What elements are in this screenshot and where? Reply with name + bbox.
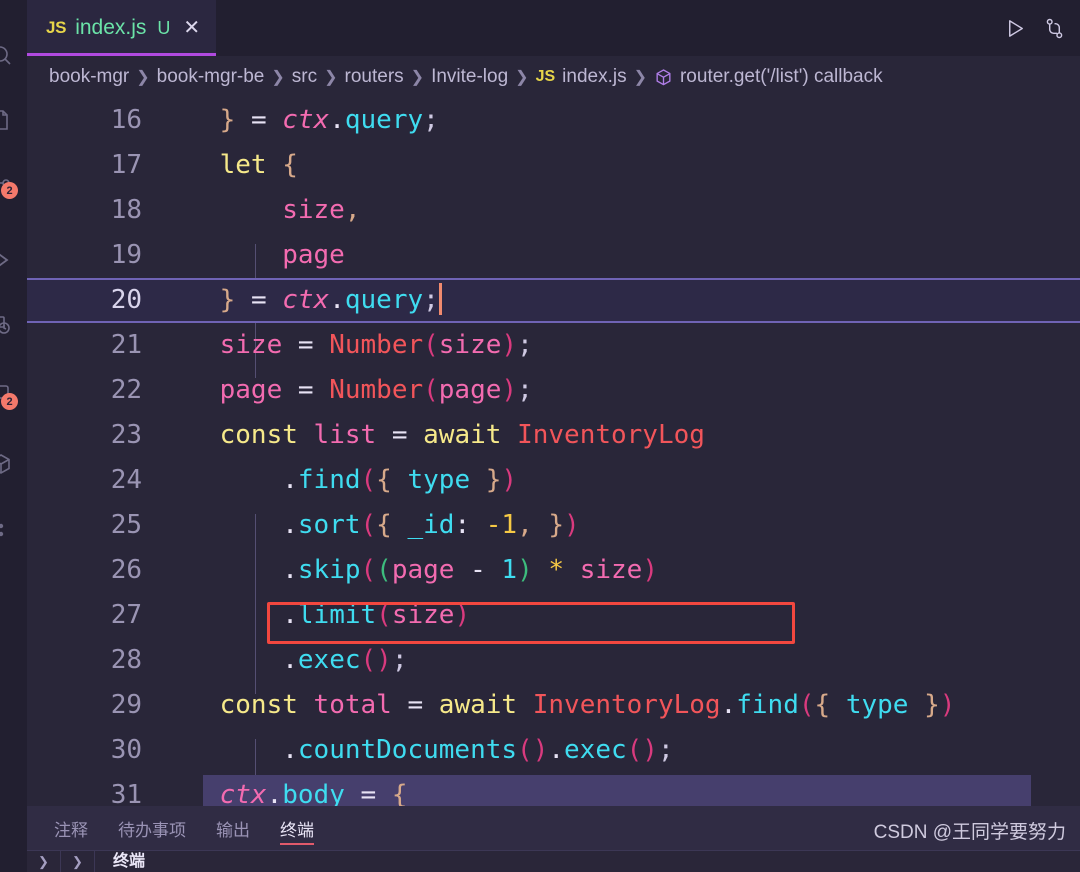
close-icon[interactable]: ✕ xyxy=(183,18,200,38)
symbol-cube-icon xyxy=(654,68,673,87)
code-line[interactable]: 29 const total = await InventoryLog.find… xyxy=(27,683,1080,728)
play-icon[interactable] xyxy=(1004,17,1027,40)
breadcrumb-item-0[interactable]: book-mgr xyxy=(49,66,129,88)
terminal-title: 终端 xyxy=(113,852,146,870)
line-content: .limit(size) xyxy=(157,600,471,630)
code-editor[interactable]: 16 } = ctx.query; 17 let { 18 size, 19 p… xyxy=(27,98,1080,806)
line-content: page xyxy=(157,240,345,270)
breadcrumb-item-6[interactable]: router.get('/list') callback xyxy=(680,66,883,88)
line-number: 27 xyxy=(110,600,142,630)
line-number: 25 xyxy=(110,510,142,540)
files-explorer-icon[interactable] xyxy=(0,105,16,135)
code-line[interactable]: 26 .skip((page - 1) * size) xyxy=(27,548,1080,593)
code-line[interactable]: 19 page xyxy=(27,233,1080,278)
more-icon[interactable] xyxy=(0,518,16,548)
chevron-right-icon: ❯ xyxy=(410,69,425,86)
remote-explorer-icon[interactable] xyxy=(0,310,16,340)
line-number: 31 xyxy=(110,780,142,806)
line-content: } = ctx.query; xyxy=(157,105,439,135)
line-content: .countDocuments().exec(); xyxy=(157,735,674,765)
code-line[interactable]: 21 size = Number(size); xyxy=(27,323,1080,368)
chevron-right-icon: ❯ xyxy=(136,69,150,86)
line-number: 29 xyxy=(110,690,142,720)
line-content: const list = await InventoryLog xyxy=(157,420,705,450)
source-control-badge: 2 xyxy=(1,182,18,199)
line-number: 19 xyxy=(110,240,142,270)
line-content: size, xyxy=(157,195,361,225)
extensions-icon[interactable] xyxy=(0,450,16,480)
line-number: 26 xyxy=(110,555,142,585)
line-number: 21 xyxy=(110,330,142,360)
breadcrumb-item-3[interactable]: routers xyxy=(345,66,404,88)
line-content: page = Number(page); xyxy=(157,375,533,405)
code-line[interactable]: 30 .countDocuments().exec(); xyxy=(27,728,1080,773)
code-line[interactable]: 27 .limit(size) xyxy=(27,593,1080,638)
terminal-body[interactable]: ❯ ❯ 终端 xyxy=(27,850,1080,872)
code-line[interactable]: 16 } = ctx.query; xyxy=(27,98,1080,143)
line-number: 18 xyxy=(110,195,142,225)
source-control-icon[interactable] xyxy=(1043,17,1066,40)
line-number: 22 xyxy=(110,375,142,405)
line-content: .exec(); xyxy=(157,645,408,675)
panel-tab-terminal[interactable]: 终端 xyxy=(280,806,314,850)
testing-badge: 2 xyxy=(1,393,18,410)
js-icon: JS xyxy=(535,68,556,85)
code-line[interactable]: 18 size, xyxy=(27,188,1080,233)
editor-tab-index-js[interactable]: JS index.js U ✕ xyxy=(27,0,217,56)
line-content: ctx.body = { xyxy=(157,780,408,806)
text-cursor xyxy=(438,282,442,315)
panel-tab-todo[interactable]: 待办事项 xyxy=(118,806,186,850)
line-content: .skip((page - 1) * size) xyxy=(157,555,658,585)
chevron-right-icon: ❯ xyxy=(515,69,529,86)
code-line[interactable]: 28 .exec(); xyxy=(27,638,1080,683)
line-number: 20 xyxy=(110,285,142,315)
line-number: 24 xyxy=(110,465,142,495)
line-content: } = ctx.query; xyxy=(157,278,1080,323)
breadcrumb-item-4[interactable]: Invite-log xyxy=(431,66,508,88)
line-content: const total = await InventoryLog.find({ … xyxy=(157,690,956,720)
vscode-window: 2 2 JS index.js U ✕ book-mgr ❯ book-mgr-… xyxy=(0,0,1080,872)
chevron-right-icon: ❯ xyxy=(271,69,285,86)
panel-tab-output[interactable]: 输出 xyxy=(216,806,250,850)
watermark: CSDN @王同学要努力 xyxy=(873,822,1066,843)
code-line-current[interactable]: 20 } = ctx.query; xyxy=(27,278,1080,323)
tab-label: index.js xyxy=(75,16,147,39)
activity-bar[interactable]: 2 2 xyxy=(0,0,27,872)
line-number: 28 xyxy=(110,645,142,675)
line-number: 30 xyxy=(110,735,142,765)
code-line[interactable]: 17 let { xyxy=(27,143,1080,188)
chevron-right-icon[interactable]: ❯ xyxy=(61,851,95,872)
line-content: .find({ type }) xyxy=(157,465,518,495)
tab-untracked-badge: U xyxy=(157,17,171,38)
chevron-right-icon: ❯ xyxy=(633,69,647,86)
line-content: let { xyxy=(157,150,298,180)
search-icon[interactable] xyxy=(0,40,16,70)
line-number: 17 xyxy=(110,150,142,180)
editor-tab-bar: JS index.js U ✕ xyxy=(27,0,1080,56)
breadcrumb: book-mgr ❯ book-mgr-be ❯ src ❯ routers ❯… xyxy=(27,56,1080,98)
run-and-debug-icon[interactable] xyxy=(0,245,16,275)
line-number: 16 xyxy=(110,105,142,135)
line-content: .sort({ _id: -1, }) xyxy=(157,510,580,540)
code-line[interactable]: 24 .find({ type }) xyxy=(27,458,1080,503)
editor-group: JS index.js U ✕ book-mgr ❯ book-mgr-be ❯… xyxy=(27,0,1080,806)
js-file-icon: JS xyxy=(46,18,67,37)
breadcrumb-item-2[interactable]: src xyxy=(292,66,317,88)
line-content: size = Number(size); xyxy=(157,330,533,360)
chevron-right-icon[interactable]: ❯ xyxy=(27,851,61,872)
code-line-annotated[interactable]: 25 .sort({ _id: -1, }) xyxy=(27,503,1080,548)
panel-tab-comments[interactable]: 注释 xyxy=(54,806,88,850)
code-line[interactable]: 31 ctx.body = { xyxy=(27,773,1080,806)
breadcrumb-item-5[interactable]: index.js xyxy=(562,66,626,88)
editor-actions xyxy=(1004,0,1080,56)
line-number: 23 xyxy=(110,420,142,450)
code-line[interactable]: 22 page = Number(page); xyxy=(27,368,1080,413)
code-line[interactable]: 23 const list = await InventoryLog xyxy=(27,413,1080,458)
chevron-right-icon: ❯ xyxy=(324,69,338,86)
breadcrumb-item-1[interactable]: book-mgr-be xyxy=(157,66,265,88)
